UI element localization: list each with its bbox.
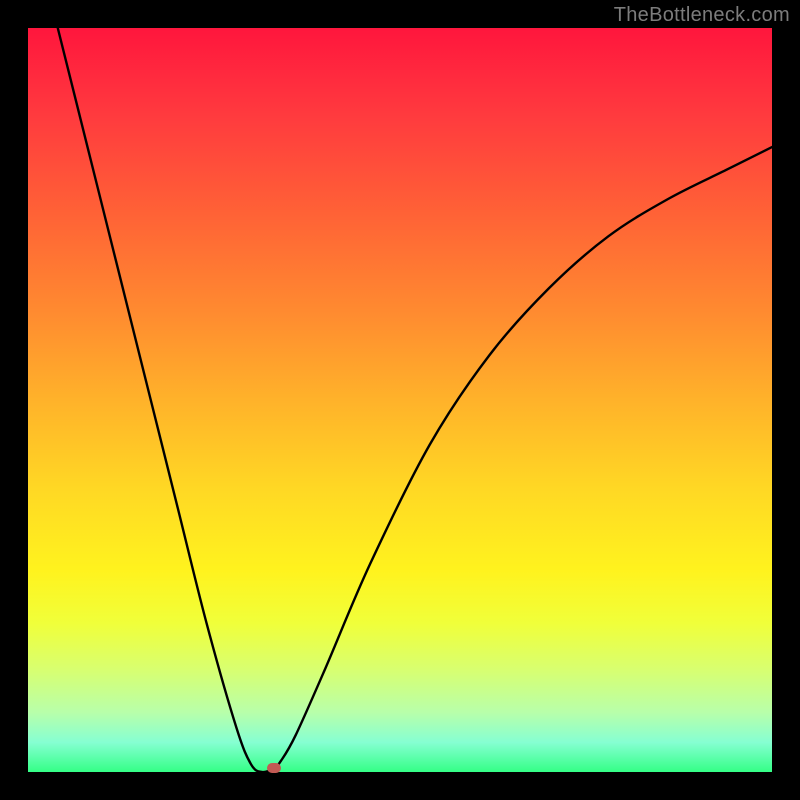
attribution-label: TheBottleneck.com (614, 4, 790, 27)
optimal-point-marker (267, 763, 281, 773)
bottleneck-curve (28, 28, 772, 772)
chart-frame: TheBottleneck.com (0, 0, 800, 800)
plot-area (28, 28, 772, 772)
